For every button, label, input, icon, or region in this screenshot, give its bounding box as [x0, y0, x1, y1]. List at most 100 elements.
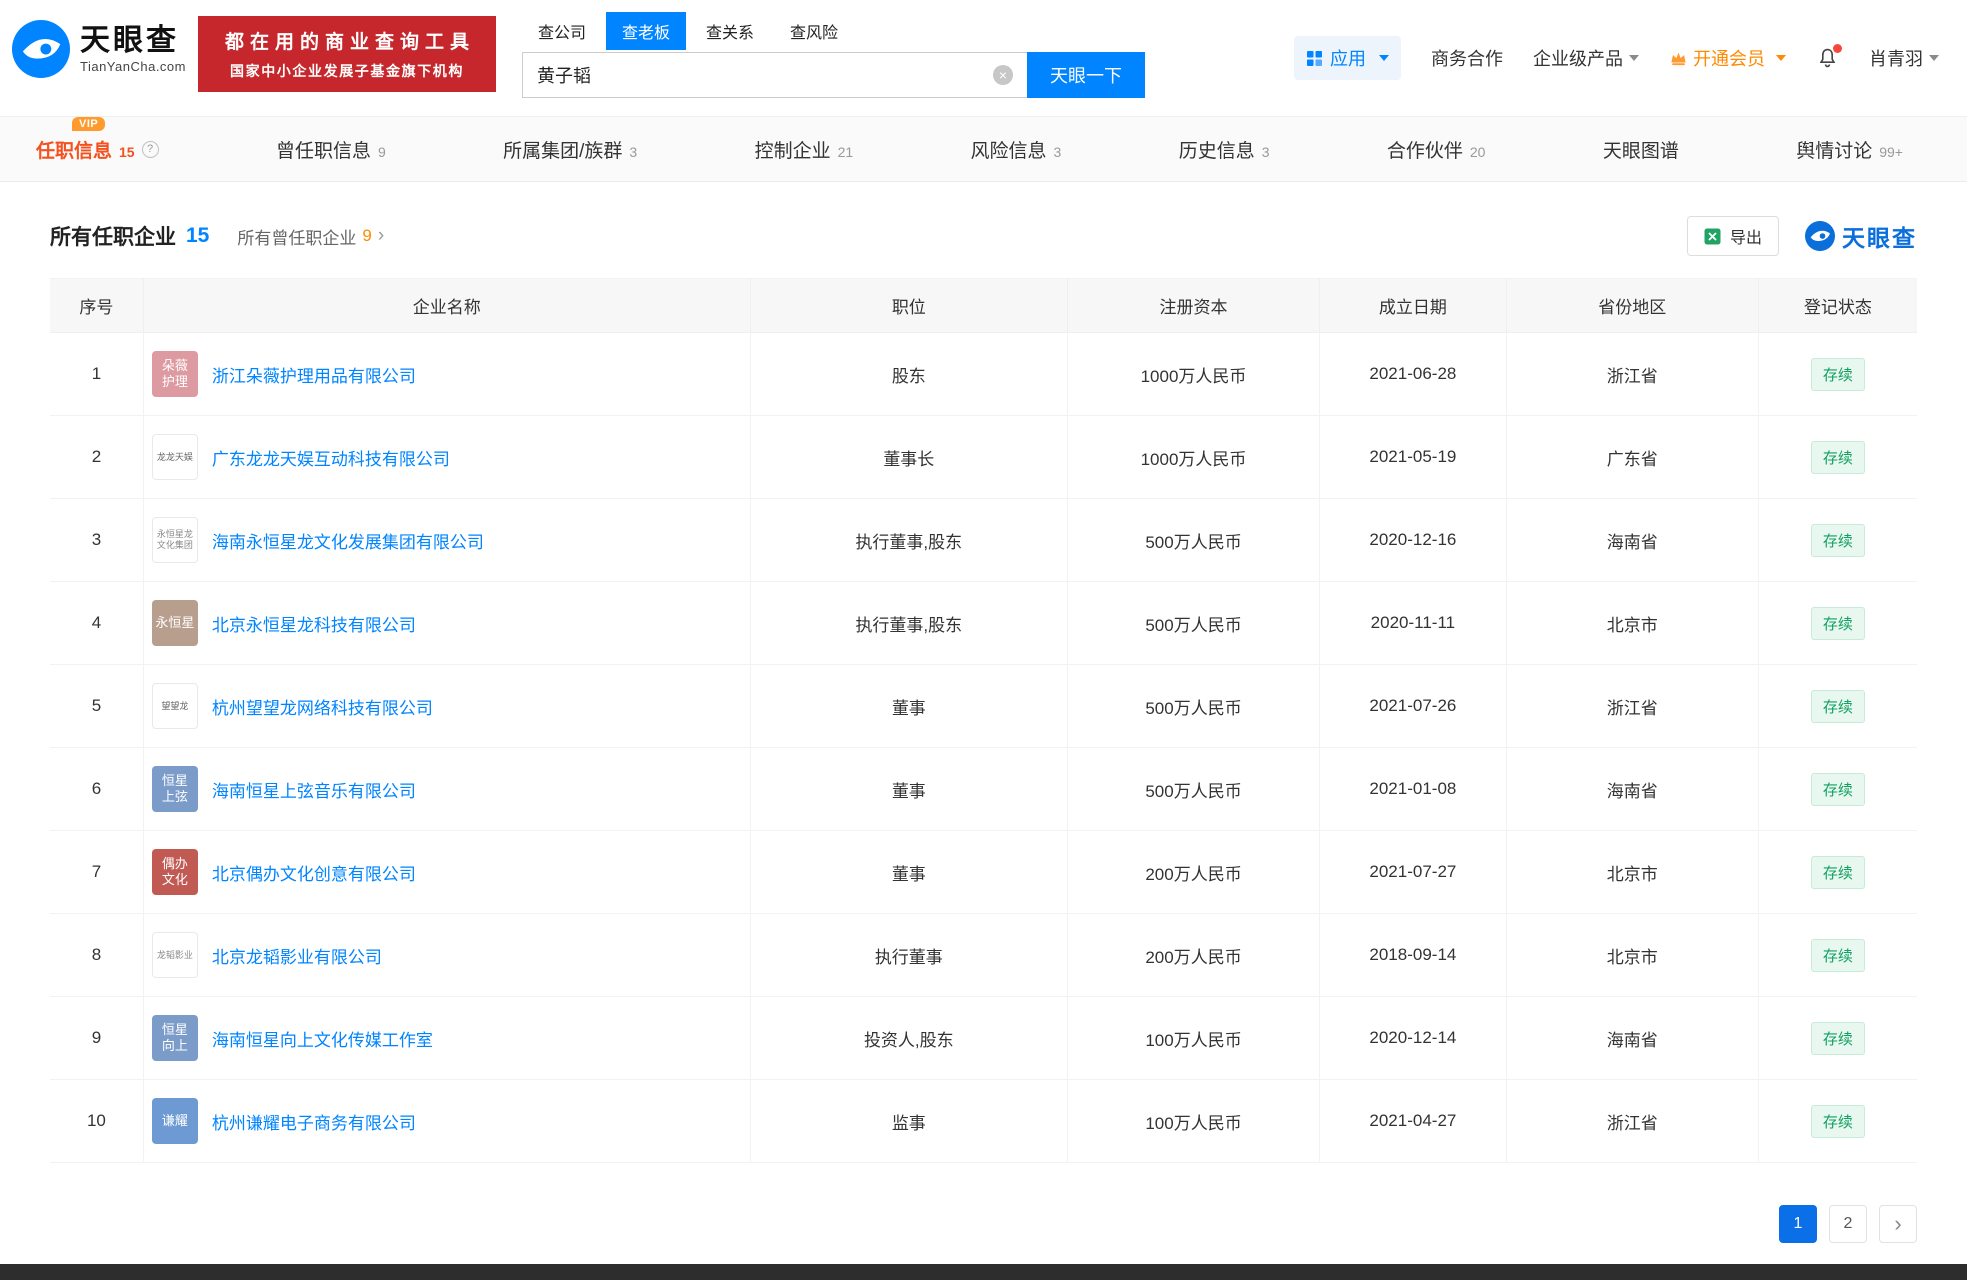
company-logo-line1: 龙韬影业: [156, 949, 193, 960]
companies-table: 序号 企业名称 职位 注册资本 成立日期 省份地区 登记状态 1 朵薇 护理 浙…: [50, 278, 1917, 1163]
company-name-link[interactable]: 浙江朵薇护理用品有限公司: [212, 362, 416, 387]
export-label: 导出: [1729, 230, 1762, 247]
region-cell: 浙江省: [1506, 1079, 1759, 1163]
company-logo-line2: 护理: [161, 374, 188, 389]
company-logo: 谦耀: [151, 1098, 198, 1144]
nav-tab-label: 任职信息: [36, 140, 113, 162]
pagination: 1 2 ›: [50, 1205, 1917, 1243]
nav-tab-label: 曾任职信息: [275, 140, 371, 162]
company-cell: 谦耀 杭州谦耀电子商务有限公司: [143, 1079, 751, 1163]
table-row: 6 恒星 上弦 海南恒星上弦音乐有限公司 董事 500万人民币 2021-01-…: [50, 747, 1917, 831]
company-logo-line1: 谦耀: [161, 1113, 188, 1129]
section-nav: VIP 任职信息 15 ? 曾任职信息 9 所属集团/族群 3 控制企业 21 …: [0, 116, 1967, 182]
company-name-link[interactable]: 杭州谦耀电子商务有限公司: [212, 1109, 416, 1134]
former-positions-link[interactable]: 所有曾任职企业 9 ›: [237, 224, 384, 249]
vip-upgrade-menu[interactable]: 开通会员: [1669, 45, 1786, 71]
logo-text: 天眼查 TianYanCha.com: [80, 24, 186, 74]
search-row: × 天眼一下: [522, 52, 1145, 98]
nav-tab[interactable]: 风险信息 3: [971, 136, 1062, 163]
company-logo: 恒星 向上: [151, 1015, 198, 1061]
notification-bell[interactable]: [1816, 44, 1842, 70]
status-cell: 存续: [1758, 332, 1917, 416]
tianyancha-logo[interactable]: 天眼查 TianYanCha.com: [12, 20, 186, 78]
status-badge: 存续: [1810, 689, 1865, 723]
region-cell: 广东省: [1506, 415, 1759, 499]
company-logo-line1: 龙龙天娱: [156, 451, 193, 462]
company-name-link[interactable]: 北京龙韬影业有限公司: [212, 943, 382, 968]
brand-domain: TianYanCha.com: [80, 58, 186, 74]
company-logo: 永恒星龙 文化集团: [151, 517, 198, 563]
nav-tab-count: 21: [837, 143, 854, 160]
search-tab[interactable]: 查风险: [774, 12, 854, 50]
user-menu[interactable]: 肖青羽: [1869, 45, 1939, 71]
date-cell: 2020-12-14: [1319, 996, 1507, 1080]
company-name-link[interactable]: 海南恒星向上文化传媒工作室: [212, 1026, 433, 1051]
company-logo: 永恒星: [151, 600, 198, 646]
row-index: 6: [50, 747, 144, 831]
tianyancha-watermark-icon: [1805, 221, 1835, 251]
date-cell: 2021-04-27: [1319, 1079, 1507, 1163]
business-cooperation-link[interactable]: 商务合作: [1431, 45, 1503, 71]
enterprise-products-menu[interactable]: 企业级产品: [1533, 45, 1639, 71]
company-logo-line2: 文化: [161, 872, 188, 887]
nav-tab[interactable]: 历史信息 3: [1179, 136, 1270, 163]
status-cell: 存续: [1758, 581, 1917, 665]
company-logo-line2: 向上: [161, 1038, 188, 1053]
nav-tab[interactable]: 舆情讨论 99+: [1796, 136, 1903, 163]
position-cell: 董事: [750, 747, 1069, 831]
brand-name: 天眼查: [80, 23, 179, 57]
page-button[interactable]: 2: [1829, 1205, 1867, 1243]
search-button[interactable]: 天眼一下: [1027, 52, 1145, 98]
nav-tab[interactable]: 曾任职信息 9: [276, 136, 386, 163]
company-name-link[interactable]: 北京偶办文化创意有限公司: [212, 860, 416, 885]
company-name-link[interactable]: 北京永恒星龙科技有限公司: [212, 611, 416, 636]
chevron-down-icon: [1929, 55, 1939, 61]
tianyancha-logo-icon: [12, 20, 70, 78]
help-icon[interactable]: ?: [141, 140, 159, 158]
page-button[interactable]: 1: [1779, 1205, 1817, 1243]
region-cell: 浙江省: [1506, 332, 1759, 416]
nav-tab[interactable]: 控制企业 21: [755, 136, 854, 163]
search-tab[interactable]: 查老板: [606, 12, 687, 50]
chevron-right-icon: ›: [377, 225, 385, 246]
promo-banner: 都在用的商业查询工具 国家中小企业发展子基金旗下机构: [198, 16, 496, 92]
search-tab[interactable]: 查公司: [522, 12, 602, 50]
company-logo-line2: 上弦: [161, 789, 188, 804]
column-header: 职位: [750, 278, 1069, 333]
capital-cell: 500万人民币: [1067, 664, 1321, 748]
search-input[interactable]: [522, 52, 1027, 98]
clear-icon[interactable]: ×: [993, 65, 1013, 85]
nav-tab[interactable]: 合作伙伴 20: [1387, 136, 1486, 163]
status-badge: 存续: [1810, 357, 1865, 391]
status-cell: 存续: [1758, 913, 1917, 997]
company-name-link[interactable]: 广东龙龙天娱互动科技有限公司: [212, 445, 450, 470]
nav-tab-label: 合作伙伴: [1386, 140, 1463, 162]
region-cell: 北京市: [1506, 581, 1759, 665]
company-name-link[interactable]: 海南恒星上弦音乐有限公司: [212, 777, 416, 802]
company-logo: 恒星 上弦: [151, 766, 198, 812]
row-index: 1: [50, 332, 144, 416]
nav-tab[interactable]: VIP 任职信息 15 ?: [36, 116, 159, 163]
nav-tab[interactable]: 所属集团/族群 3: [503, 136, 637, 163]
date-cell: 2021-05-19: [1319, 415, 1507, 499]
export-button[interactable]: 导出: [1686, 216, 1779, 256]
status-cell: 存续: [1758, 415, 1917, 499]
company-name-link[interactable]: 杭州望望龙网络科技有限公司: [212, 694, 433, 719]
next-page-button[interactable]: ›: [1879, 1205, 1917, 1243]
search-input-wrap: ×: [522, 52, 1027, 98]
table-row: 7 偶办 文化 北京偶办文化创意有限公司 董事 200万人民币 2021-07-…: [50, 830, 1917, 914]
nav-tab-count: 99+: [1879, 143, 1903, 160]
column-header: 企业名称: [143, 278, 751, 333]
status-cell: 存续: [1758, 498, 1917, 582]
company-name-link[interactable]: 海南永恒星龙文化发展集团有限公司: [212, 528, 484, 553]
search-tab[interactable]: 查关系: [690, 12, 770, 50]
apps-grid-icon: [1307, 50, 1322, 66]
region-cell: 海南省: [1506, 747, 1759, 831]
company-cell: 龙龙天娱 广东龙龙天娱互动科技有限公司: [143, 415, 751, 499]
site-header: 天眼查 TianYanCha.com 都在用的商业查询工具 国家中小企业发展子基…: [0, 0, 1967, 116]
apps-menu[interactable]: 应用: [1294, 36, 1401, 80]
nav-tab[interactable]: 天眼图谱: [1603, 136, 1679, 163]
former-positions-count: 9: [362, 226, 372, 245]
nav-tab-label: 历史信息: [1178, 140, 1255, 162]
nav-tab-label: 舆情讨论: [1796, 140, 1873, 162]
